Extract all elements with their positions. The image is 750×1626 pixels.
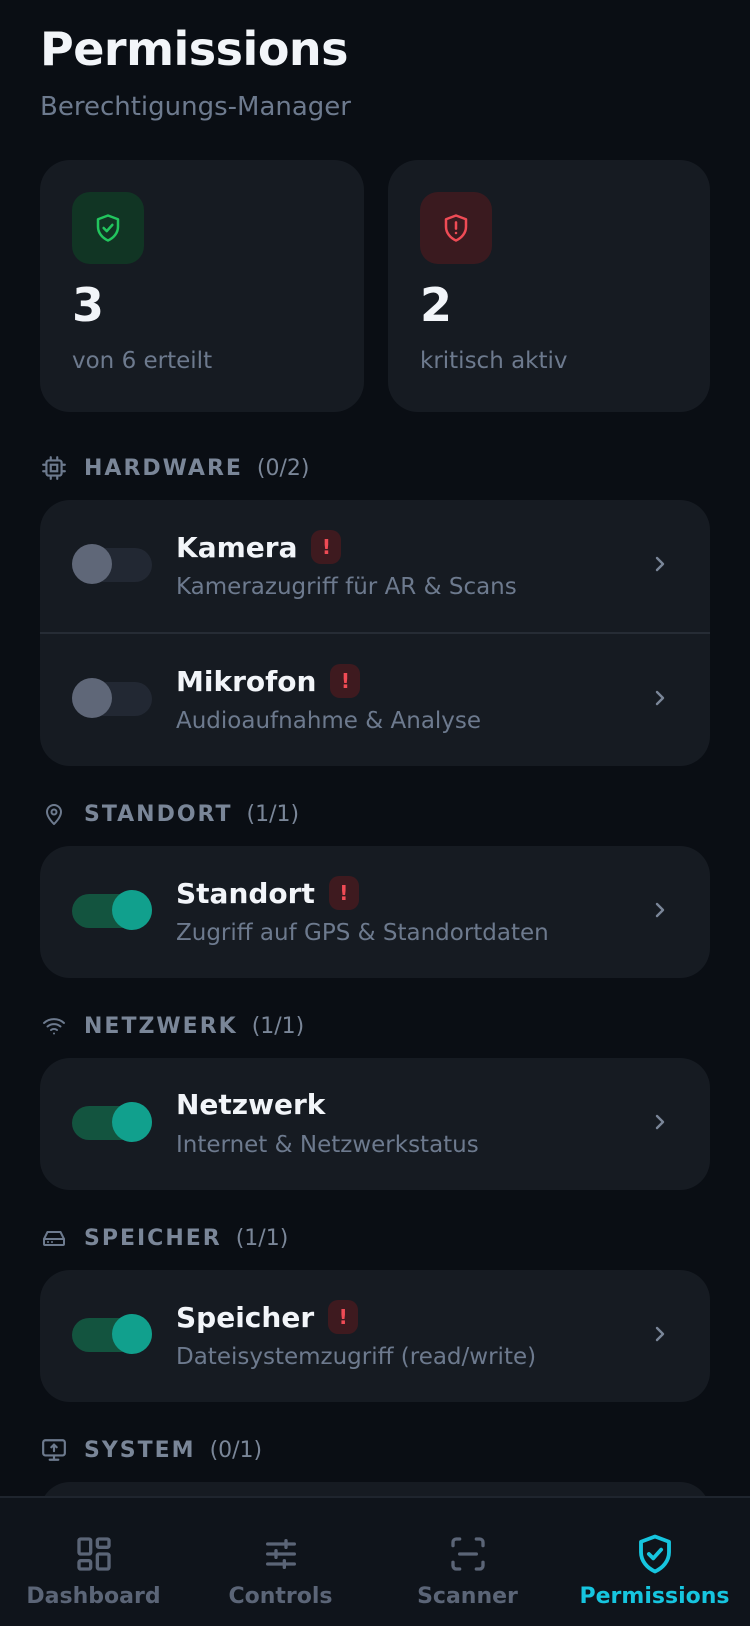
permission-toggle[interactable] [72,678,152,718]
permission-row-speicher[interactable]: Speicher ! Dateisystemzugriff (read/writ… [40,1270,710,1402]
permission-description: Dateisystemzugriff (read/write) [176,1344,537,1370]
shield-alert-icon [420,192,492,264]
permission-title: Standort [176,876,315,910]
section-count: (1/1) [246,801,300,827]
section-title: STANDORT [84,801,233,827]
permission-description: Audioaufnahme & Analyse [176,708,482,734]
nav-item-dashboard[interactable]: Dashboard [0,1498,187,1626]
section-count: (0/2) [256,455,310,481]
stat-card-critical: 2 kritisch aktiv [388,160,710,412]
chevron-right-icon[interactable] [648,686,672,710]
permission-description: Zugriff auf GPS & Standortdaten [176,920,549,946]
wifi-icon [40,1012,68,1040]
stat-label: von 6 erteilt [72,348,213,374]
permission-row-standort[interactable]: Standort ! Zugriff auf GPS & Standortdat… [40,846,710,978]
section-header-hardware: HARDWARE (0/2) [40,452,310,484]
chevron-right-icon[interactable] [648,552,672,576]
permission-toggle[interactable] [72,890,152,930]
permission-description: Kamerazugriff für AR & Scans [176,574,517,600]
stat-card-granted: 3 von 6 erteilt [40,160,364,412]
critical-badge: ! [328,876,359,910]
permission-description: Internet & Netzwerkstatus [176,1132,479,1158]
section-header-speicher: SPEICHER (1/1) [40,1222,288,1254]
nav-item-scanner[interactable]: Scanner [374,1498,561,1626]
permission-toggle[interactable] [72,544,152,584]
permission-title: Kamera [176,530,298,564]
section-count: (1/1) [235,1225,289,1251]
chevron-right-icon[interactable] [648,898,672,922]
shield-check-icon [633,1532,677,1576]
permission-toggle[interactable] [72,1102,152,1142]
critical-badge: ! [328,1300,359,1334]
stat-label: kritisch aktiv [420,348,568,374]
nav-label: Dashboard [26,1584,161,1606]
permission-card-hardware: Kamera ! Kamerazugriff für AR & Scans Mi… [40,500,710,766]
hard-drive-icon [40,1224,68,1252]
shield-check-icon [72,192,144,264]
permission-row-kamera[interactable]: Kamera ! Kamerazugriff für AR & Scans [40,500,710,632]
permission-row-mikrofon[interactable]: Mikrofon ! Audioaufnahme & Analyse [40,632,710,766]
section-header-standort: STANDORT (1/1) [40,798,299,830]
permission-title: Mikrofon [176,664,317,698]
page-subtitle: Berechtigungs-Manager [40,92,351,122]
section-title: NETZWERK [84,1013,238,1039]
chevron-right-icon[interactable] [648,1322,672,1346]
stat-value: 3 [72,278,105,332]
sliders-icon [259,1532,303,1576]
permission-card-standort: Standort ! Zugriff auf GPS & Standortdat… [40,846,710,978]
map-pin-icon [40,800,68,828]
permission-row-netzwerk[interactable]: Netzwerk Internet & Netzwerkstatus [40,1058,710,1190]
critical-badge: ! [330,664,361,698]
section-title: SYSTEM [84,1437,196,1463]
section-header-netzwerk: NETZWERK (1/1) [40,1010,304,1042]
page-title: Permissions [40,22,349,76]
critical-badge: ! [311,530,342,564]
section-count: (0/1) [209,1437,263,1463]
chip-icon [40,454,68,482]
chevron-right-icon[interactable] [648,1110,672,1134]
permission-card-speicher: Speicher ! Dateisystemzugriff (read/writ… [40,1270,710,1402]
section-title: SPEICHER [84,1225,222,1251]
stat-value: 2 [420,278,453,332]
nav-label: Controls [228,1584,333,1606]
section-title: HARDWARE [84,455,243,481]
section-header-system: SYSTEM (0/1) [40,1434,262,1466]
scan-icon [446,1532,490,1576]
grid-icon [72,1532,116,1576]
bottom-nav: Dashboard Controls Scanner Permissions [0,1496,750,1626]
nav-label: Scanner [417,1584,518,1606]
permission-card-netzwerk: Netzwerk Internet & Netzwerkstatus [40,1058,710,1190]
nav-item-permissions[interactable]: Permissions [561,1498,748,1626]
section-count: (1/1) [251,1013,305,1039]
permission-toggle[interactable] [72,1314,152,1354]
permission-title: Speicher [176,1300,315,1334]
permission-title: Netzwerk [176,1088,326,1121]
nav-label: Permissions [579,1584,730,1606]
monitor-icon [40,1436,68,1464]
nav-item-controls[interactable]: Controls [187,1498,374,1626]
